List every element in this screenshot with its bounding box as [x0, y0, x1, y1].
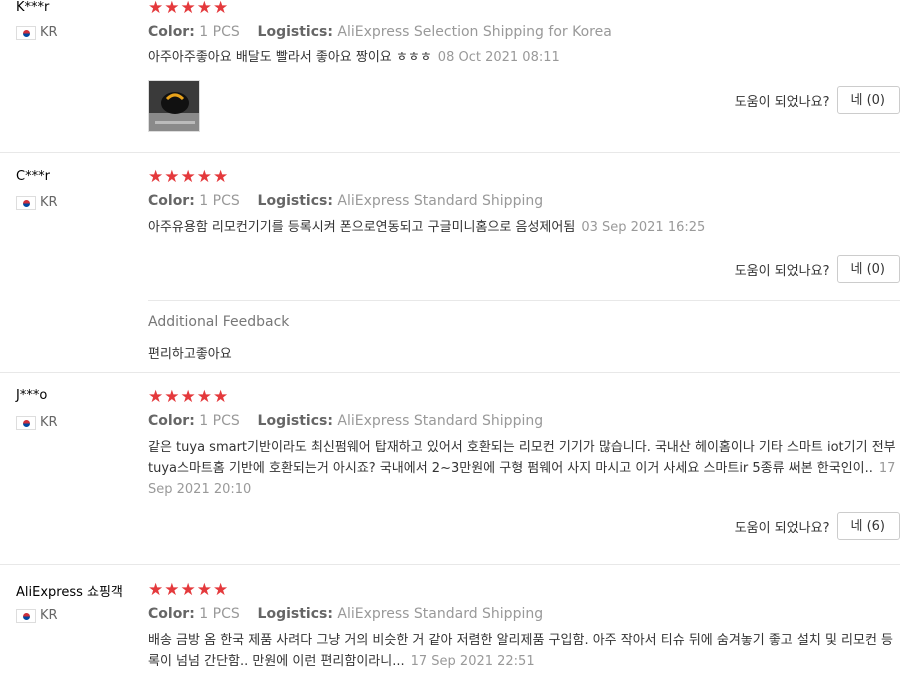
color-value: 1 PCS: [199, 413, 240, 429]
helpful-yes-button[interactable]: 네 (0): [837, 86, 900, 114]
color-label: Color:: [148, 413, 195, 429]
reviewer-name: AliExpress 쇼핑객: [16, 585, 123, 600]
helpful-yes-button[interactable]: 네 (0): [837, 255, 900, 283]
reviewer-name: K***r: [16, 0, 50, 15]
color-label: Color:: [148, 24, 195, 40]
review-text-block: 아주유용함 리모컨기기를 등록시켜 폰으로연동되고 구글미니홈으로 음성제어됨 0…: [148, 217, 898, 238]
country-code: KR: [40, 25, 58, 40]
review-meta: Color: 1 PCS Logistics: AliExpress Stand…: [148, 606, 543, 622]
korea-flag-icon: [16, 608, 36, 623]
review-text: 같은 tuya smart기반이라도 최신펌웨어 탑재하고 있어서 호환되는 리…: [148, 440, 896, 476]
review-meta: Color: 1 PCS Logistics: AliExpress Stand…: [148, 413, 543, 429]
logistics-value: AliExpress Selection Shipping for Korea: [337, 24, 612, 40]
review-divider: [0, 152, 900, 153]
logistics-value: AliExpress Standard Shipping: [337, 606, 544, 622]
color-value: 1 PCS: [199, 606, 240, 622]
helpful-yes-button[interactable]: 네 (6): [837, 512, 900, 540]
review-text: 아주아주좋아요 배달도 빨라서 좋아요 짱이요 ㅎㅎㅎ: [148, 50, 432, 65]
review-text-block: 배송 금방 옴 한국 제품 사려다 그냥 거의 비슷한 거 같아 저렴한 알리제…: [148, 630, 898, 672]
review-date: 17 Sep 2021 22:51: [410, 654, 535, 669]
review-meta: Color: 1 PCS Logistics: AliExpress Selec…: [148, 24, 612, 40]
device-photo-icon: [149, 81, 199, 131]
reviewer-name: J***o: [16, 388, 48, 403]
logistics-value: AliExpress Standard Shipping: [337, 413, 544, 429]
color-value: 1 PCS: [199, 193, 240, 209]
helpful-section: 도움이 되었나요? 네 (6): [735, 512, 900, 540]
reviewer-country: KR: [16, 25, 58, 40]
review-meta: Color: 1 PCS Logistics: AliExpress Stand…: [148, 193, 543, 209]
helpful-label: 도움이 되었나요?: [734, 520, 830, 536]
review-divider: [0, 372, 900, 373]
color-value: 1 PCS: [199, 24, 240, 40]
additional-feedback-label: Additional Feedback: [148, 314, 290, 330]
additional-feedback-divider: [148, 300, 900, 301]
logistics-label: Logistics:: [257, 606, 333, 622]
country-code: KR: [40, 608, 58, 623]
review-photo-thumbnail[interactable]: [148, 80, 200, 132]
star-rating: ★★★★★: [148, 387, 230, 407]
helpful-label: 도움이 되었나요?: [734, 263, 830, 279]
color-label: Color:: [148, 193, 195, 209]
korea-flag-icon: [16, 195, 36, 210]
reviewer-country: KR: [16, 195, 58, 210]
reviewer-name: C***r: [16, 169, 50, 184]
country-code: KR: [40, 195, 58, 210]
review-text-block: 같은 tuya smart기반이라도 최신펌웨어 탑재하고 있어서 호환되는 리…: [148, 437, 898, 500]
color-label: Color:: [148, 606, 195, 622]
star-rating: ★★★★★: [148, 0, 230, 18]
review-text: 아주유용함 리모컨기기를 등록시켜 폰으로연동되고 구글미니홈으로 음성제어됨: [148, 220, 576, 235]
helpful-label: 도움이 되었나요?: [734, 94, 830, 110]
star-rating: ★★★★★: [148, 580, 230, 600]
review-date: 08 Oct 2021 08:11: [437, 50, 560, 65]
helpful-section: 도움이 되었나요? 네 (0): [735, 86, 900, 114]
review-date: 03 Sep 2021 16:25: [581, 220, 706, 235]
logistics-value: AliExpress Standard Shipping: [337, 193, 544, 209]
review-divider: [0, 564, 900, 565]
reviewer-country: KR: [16, 608, 58, 623]
korea-flag-icon: [16, 415, 36, 430]
review-text-block: 아주아주좋아요 배달도 빨라서 좋아요 짱이요 ㅎㅎㅎ 08 Oct 2021 0…: [148, 47, 898, 68]
reviewer-country: KR: [16, 415, 58, 430]
korea-flag-icon: [16, 25, 36, 40]
logistics-label: Logistics:: [257, 24, 333, 40]
logistics-label: Logistics:: [257, 193, 333, 209]
logistics-label: Logistics:: [257, 413, 333, 429]
star-rating: ★★★★★: [148, 167, 230, 187]
country-code: KR: [40, 415, 58, 430]
helpful-section: 도움이 되었나요? 네 (0): [735, 255, 900, 283]
additional-feedback-text: 편리하고좋아요: [148, 347, 232, 362]
